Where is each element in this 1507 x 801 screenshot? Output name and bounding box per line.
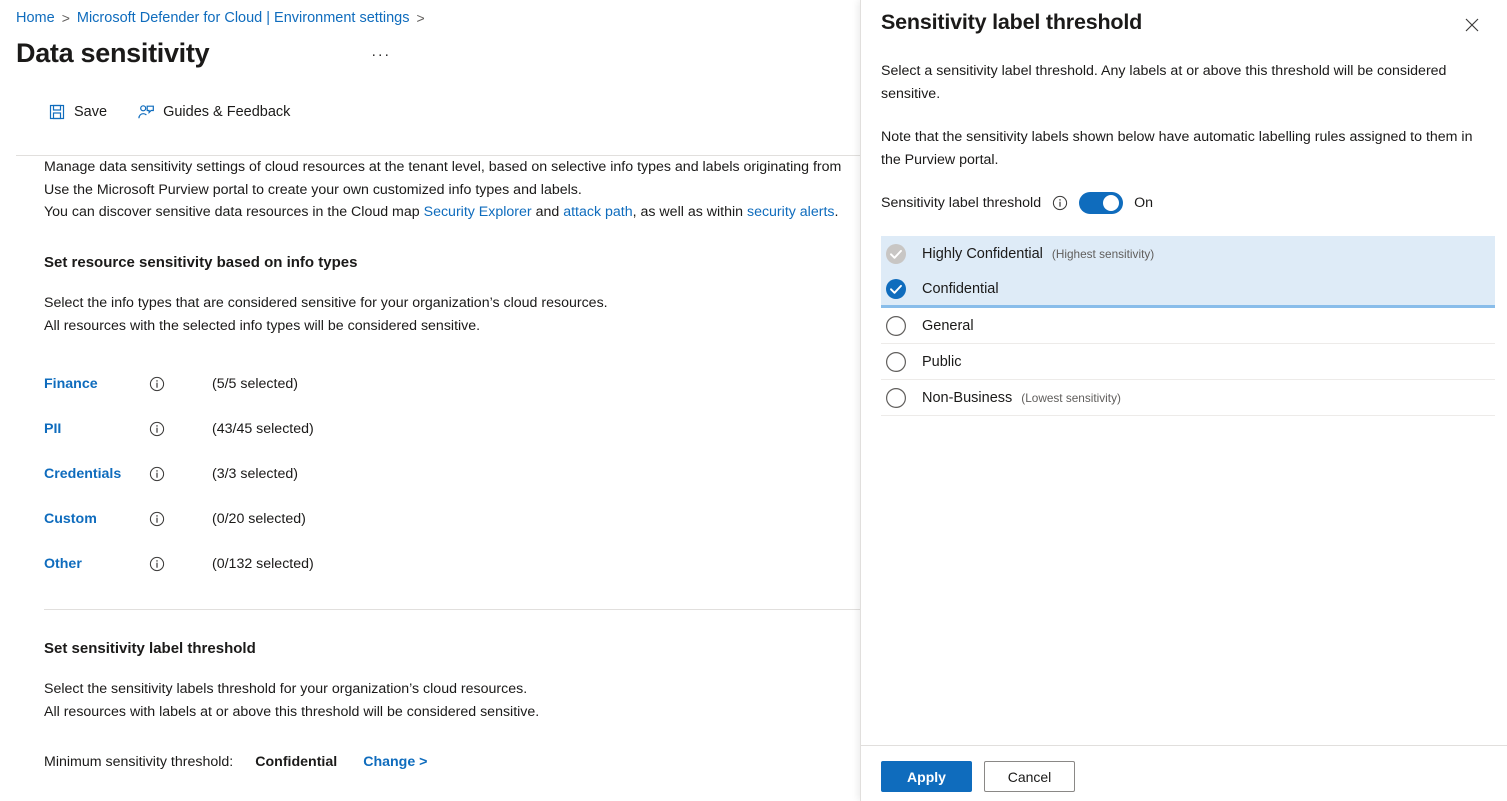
- info-type-count-finance: (5/5 selected): [212, 376, 298, 392]
- check-circle-icon: [885, 278, 907, 300]
- save-floppy-icon: [48, 103, 66, 121]
- radio-empty-icon: [885, 315, 907, 337]
- page-title: Data sensitivity: [16, 38, 209, 69]
- info-type-count-custom: (0/20 selected): [212, 511, 306, 527]
- info-circle-icon[interactable]: [149, 421, 165, 437]
- section-divider: [44, 609, 861, 610]
- description-line-3: You can discover sensitive data resource…: [44, 201, 861, 224]
- sensitivity-threshold-toggle[interactable]: [1079, 192, 1123, 214]
- info-circle-icon[interactable]: [149, 511, 165, 527]
- description-line-1: Manage data sensitivity settings of clou…: [44, 156, 861, 179]
- label-threshold-sub-line-2: All resources with labels at or above th…: [44, 701, 861, 724]
- toolbar-divider: [16, 155, 861, 156]
- azure-portal-screen: Home > Microsoft Defender for Cloud | En…: [0, 0, 1507, 801]
- toggle-knob: [1103, 195, 1119, 211]
- panel-body: Select a sensitivity label threshold. An…: [861, 40, 1507, 416]
- command-bar: Save Guides & Feedback: [0, 90, 861, 134]
- save-button[interactable]: Save: [44, 99, 111, 125]
- info-types-sub: Select the info types that are considere…: [44, 292, 861, 338]
- info-circle-icon[interactable]: [1052, 195, 1068, 211]
- info-type-count-other: (0/132 selected): [212, 556, 314, 572]
- attack-path-link[interactable]: attack path: [563, 204, 632, 220]
- info-type-link-pii[interactable]: PII: [44, 421, 149, 437]
- info-type-row-other: Other (0/132 selected): [44, 542, 861, 587]
- check-circle-icon: [885, 243, 907, 265]
- cancel-button[interactable]: Cancel: [984, 761, 1075, 792]
- info-type-count-pii: (43/45 selected): [212, 421, 314, 437]
- label-name-confidential: Confidential: [922, 281, 999, 297]
- more-options-button[interactable]: ···: [365, 45, 397, 64]
- info-type-row-pii: PII (43/45 selected): [44, 407, 861, 452]
- panel-title: Sensitivity label threshold: [881, 10, 1142, 35]
- minimum-threshold-value: Confidential: [255, 754, 337, 770]
- label-row-confidential[interactable]: Confidential: [881, 272, 1495, 308]
- label-hint-non-business: (Lowest sensitivity): [1021, 391, 1121, 405]
- label-name-highly-confidential: Highly Confidential: [922, 246, 1043, 262]
- main-blade: Home > Microsoft Defender for Cloud | En…: [0, 0, 861, 801]
- info-type-row-credentials: Credentials (3/3 selected): [44, 452, 861, 497]
- security-alerts-link[interactable]: security alerts: [747, 204, 835, 220]
- label-hint-highly-confidential: (Highest sensitivity): [1052, 247, 1154, 261]
- minimum-threshold-row: Minimum sensitivity threshold: Confident…: [44, 754, 861, 770]
- breadcrumb-separator-end: >: [416, 10, 424, 26]
- breadcrumb-item-environment-settings[interactable]: Microsoft Defender for Cloud | Environme…: [77, 10, 410, 26]
- info-type-row-custom: Custom (0/20 selected): [44, 497, 861, 542]
- info-type-link-custom[interactable]: Custom: [44, 511, 149, 527]
- info-type-link-credentials[interactable]: Credentials: [44, 466, 149, 482]
- label-name-non-business: Non-Business: [922, 390, 1012, 406]
- main-content: Manage data sensitivity settings of clou…: [0, 134, 861, 770]
- info-type-count-credentials: (3/3 selected): [212, 466, 298, 482]
- close-icon[interactable]: [1457, 10, 1487, 40]
- label-name-general: General: [922, 318, 974, 334]
- save-button-label: Save: [74, 104, 107, 120]
- label-threshold-heading: Set sensitivity label threshold: [44, 640, 861, 657]
- panel-footer-divider: [861, 745, 1507, 746]
- info-circle-icon[interactable]: [149, 556, 165, 572]
- label-row-non-business[interactable]: Non-Business (Lowest sensitivity): [881, 380, 1495, 416]
- person-feedback-icon: [137, 103, 155, 121]
- breadcrumb-separator: >: [62, 10, 70, 26]
- toggle-label: Sensitivity label threshold: [881, 195, 1041, 211]
- info-types-list: Finance (5/5 selected) PII: [44, 362, 861, 587]
- info-circle-icon[interactable]: [149, 376, 165, 392]
- label-row-public[interactable]: Public: [881, 344, 1495, 380]
- breadcrumb-item-home[interactable]: Home: [16, 10, 55, 26]
- title-row: Data sensitivity ···: [0, 28, 861, 74]
- guides-feedback-button[interactable]: Guides & Feedback: [133, 99, 294, 125]
- description-line-3-prefix: You can discover sensitive data resource…: [44, 204, 424, 220]
- info-types-sub-line-1: Select the info types that are considere…: [44, 292, 861, 315]
- breadcrumb: Home > Microsoft Defender for Cloud | En…: [0, 0, 861, 28]
- panel-footer: Apply Cancel: [881, 761, 1075, 792]
- description-line-3-mid2: , as well as within: [633, 204, 747, 220]
- description-line-2: Use the Microsoft Purview portal to crea…: [44, 179, 861, 202]
- info-type-link-other[interactable]: Other: [44, 556, 149, 572]
- panel-paragraph-1: Select a sensitivity label threshold. An…: [881, 60, 1495, 105]
- info-circle-icon[interactable]: [149, 466, 165, 482]
- sensitivity-threshold-toggle-row: Sensitivity label threshold On: [881, 192, 1495, 214]
- label-row-highly-confidential: Highly Confidential (Highest sensitivity…: [881, 236, 1495, 272]
- toggle-state-label: On: [1134, 195, 1153, 211]
- info-types-sub-line-2: All resources with the selected info typ…: [44, 315, 861, 338]
- label-name-public: Public: [922, 354, 962, 370]
- label-threshold-sub-line-1: Select the sensitivity labels threshold …: [44, 678, 861, 701]
- security-explorer-link[interactable]: Security Explorer: [424, 204, 532, 220]
- radio-empty-icon: [885, 387, 907, 409]
- description-line-3-mid: and: [532, 204, 564, 220]
- label-threshold-section: Set sensitivity label threshold Select t…: [44, 640, 861, 770]
- description-line-3-end: .: [834, 204, 838, 220]
- sensitivity-label-threshold-panel: Sensitivity label threshold Select a sen…: [860, 0, 1507, 801]
- info-type-row-finance: Finance (5/5 selected): [44, 362, 861, 407]
- panel-paragraph-2: Note that the sensitivity labels shown b…: [881, 126, 1495, 171]
- info-type-link-finance[interactable]: Finance: [44, 376, 149, 392]
- minimum-threshold-label: Minimum sensitivity threshold:: [44, 754, 233, 770]
- label-threshold-sub: Select the sensitivity labels threshold …: [44, 678, 861, 724]
- label-row-general[interactable]: General: [881, 308, 1495, 344]
- guides-feedback-label: Guides & Feedback: [163, 104, 290, 120]
- change-threshold-link[interactable]: Change >: [363, 754, 427, 770]
- panel-header: Sensitivity label threshold: [861, 0, 1507, 40]
- info-types-heading: Set resource sensitivity based on info t…: [44, 254, 861, 271]
- apply-button[interactable]: Apply: [881, 761, 972, 792]
- radio-empty-icon: [885, 351, 907, 373]
- sensitivity-label-list: Highly Confidential (Highest sensitivity…: [881, 236, 1495, 416]
